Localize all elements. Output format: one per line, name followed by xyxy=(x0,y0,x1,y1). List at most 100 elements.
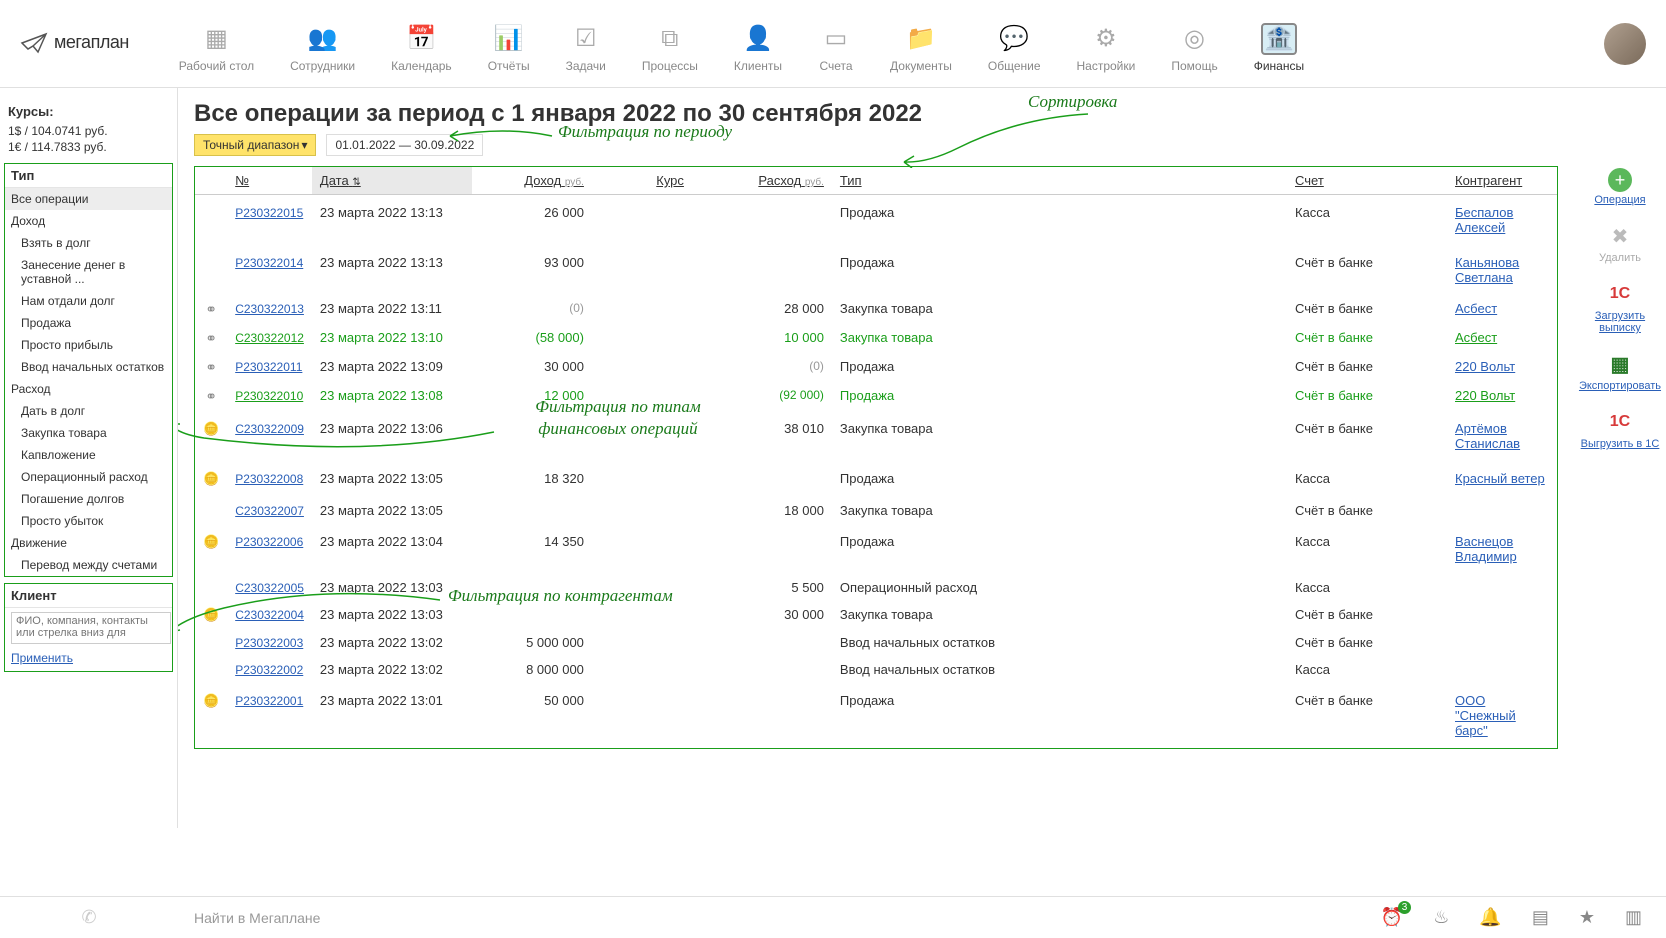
action-add-operation[interactable]: + Операция xyxy=(1594,168,1645,206)
operation-link[interactable]: Р230322014 xyxy=(235,256,303,270)
operation-link[interactable]: С230322004 xyxy=(235,608,304,622)
table-row[interactable]: ⚭ Р230322011 23 марта 2022 13:09 30 000 … xyxy=(195,353,1557,382)
action-load-statement[interactable]: 1С Загрузить выписку xyxy=(1574,280,1666,334)
filter-sub-item[interactable]: Закупка товара xyxy=(5,422,172,444)
global-search[interactable]: Найти в Мегаплане xyxy=(178,910,1357,926)
operation-link[interactable]: Р230322011 xyxy=(235,360,302,374)
col-expense[interactable]: Расход руб. xyxy=(692,167,832,195)
contractor-link[interactable]: Артёмов Станислав xyxy=(1455,421,1520,451)
filter-all-ops[interactable]: Все операции xyxy=(5,188,172,210)
client-input[interactable] xyxy=(11,612,171,644)
contractor-link[interactable]: ООО "Снежный барс" xyxy=(1455,693,1516,738)
table-row[interactable]: Р230322014 23 марта 2022 13:13 93 000 Пр… xyxy=(195,245,1557,295)
fire-icon[interactable]: ♨ xyxy=(1433,907,1449,928)
col-type[interactable]: Тип xyxy=(832,167,1287,195)
col-date[interactable]: Дата ⇅ xyxy=(312,167,472,195)
nav-Отчёты[interactable]: 📊Отчёты xyxy=(488,23,530,73)
operation-link[interactable]: Р230322008 xyxy=(235,472,303,486)
filter-sub-item[interactable]: Просто прибыль xyxy=(5,334,172,356)
operation-link[interactable]: С230322007 xyxy=(235,504,304,518)
contractor-link[interactable]: 220 Вольт xyxy=(1455,359,1515,374)
avatar[interactable] xyxy=(1604,23,1646,65)
filter-sub-item[interactable]: Ввод начальных остатков xyxy=(5,356,172,378)
apply-link[interactable]: Применить xyxy=(11,651,73,665)
caret-down-icon: ▾ xyxy=(301,138,307,152)
table-row[interactable]: ⚭ Р230322010 23 марта 2022 13:08 12 000 … xyxy=(195,382,1557,411)
contractor-link[interactable]: Беспалов Алексей xyxy=(1455,205,1513,235)
contractor-link[interactable]: 220 Вольт xyxy=(1455,388,1515,403)
nav-Календарь[interactable]: 📅Календарь xyxy=(391,23,452,73)
table-row[interactable]: 🪙 С230322004 23 марта 2022 13:03 30 000 … xyxy=(195,601,1557,629)
phone-icon[interactable]: ✆ xyxy=(0,907,178,928)
filter-move-header[interactable]: Движение xyxy=(5,532,172,554)
chat-icon[interactable]: ▤ xyxy=(1532,907,1549,928)
contractor-link[interactable]: Красный ветер xyxy=(1455,471,1545,486)
nav-Финансы[interactable]: 🏦Финансы xyxy=(1254,23,1304,73)
table-row[interactable]: С230322007 23 марта 2022 13:05 18 000 За… xyxy=(195,497,1557,524)
filter-sub-item[interactable]: Погашение долгов xyxy=(5,488,172,510)
nav-Процессы[interactable]: ⧉Процессы xyxy=(642,23,698,73)
nav-Клиенты[interactable]: 👤Клиенты xyxy=(734,23,782,73)
table-row[interactable]: С230322005 23 марта 2022 13:03 5 500 Опе… xyxy=(195,574,1557,601)
filter-sub-item[interactable]: Взять в долг xyxy=(5,232,172,254)
contractor-link[interactable]: Каньянова Светлана xyxy=(1455,255,1519,285)
table-row[interactable]: Р230322003 23 марта 2022 13:02 5 000 000… xyxy=(195,629,1557,656)
operation-link[interactable]: Р230322001 xyxy=(235,694,303,708)
action-upload-1c[interactable]: 1С Выгрузить в 1С xyxy=(1581,408,1660,450)
book-icon[interactable]: ▥ xyxy=(1625,907,1642,928)
range-dropdown[interactable]: Точный диапазон ▾ xyxy=(194,134,316,156)
operation-link[interactable]: Р230322015 xyxy=(235,206,303,220)
nav-Помощь[interactable]: ◎Помощь xyxy=(1171,23,1217,73)
filter-sub-item[interactable]: Операционный расход xyxy=(5,466,172,488)
operation-link[interactable]: С230322005 xyxy=(235,581,304,595)
operation-link[interactable]: Р230322006 xyxy=(235,535,303,549)
cell-account: Счёт в банке xyxy=(1287,324,1447,353)
bell-icon[interactable]: 🔔 xyxy=(1479,907,1501,928)
filter-income-header[interactable]: Доход xyxy=(5,210,172,232)
filter-sub-item[interactable]: Просто убыток xyxy=(5,510,172,532)
nav-Документы[interactable]: 📁Документы xyxy=(890,23,952,73)
cell-expense: 38 010 xyxy=(692,411,832,461)
contractor-link[interactable]: Асбест xyxy=(1455,330,1497,345)
operation-link[interactable]: С230322013 xyxy=(235,302,304,316)
contractor-link[interactable]: Васнецов Владимир xyxy=(1455,534,1517,564)
table-row[interactable]: 🪙 Р230322008 23 марта 2022 13:05 18 320 … xyxy=(195,461,1557,497)
operation-link[interactable]: Р230322010 xyxy=(235,389,303,403)
operation-link[interactable]: Р230322002 xyxy=(235,663,303,677)
col-contractor[interactable]: Контрагент xyxy=(1447,167,1557,195)
col-income[interactable]: Доход руб. xyxy=(472,167,592,195)
cell-date: 23 марта 2022 13:04 xyxy=(312,524,472,574)
table-row[interactable]: Р230322015 23 марта 2022 13:13 26 000 Пр… xyxy=(195,195,1557,246)
nav-Рабочий стол[interactable]: ▦Рабочий стол xyxy=(179,23,254,73)
alert-icon[interactable]: ⏰3 xyxy=(1381,907,1403,928)
table-row[interactable]: 🪙 Р230322001 23 марта 2022 13:01 50 000 … xyxy=(195,683,1557,748)
table-row[interactable]: Р230322002 23 марта 2022 13:02 8 000 000… xyxy=(195,656,1557,683)
range-dates[interactable]: 01.01.2022 — 30.09.2022 xyxy=(326,134,483,156)
nav-Задачи[interactable]: ☑Задачи xyxy=(566,23,606,73)
filter-sub-item[interactable]: Нам отдали долг xyxy=(5,290,172,312)
filter-expense-header[interactable]: Расход xyxy=(5,378,172,400)
table-row[interactable]: 🪙 Р230322006 23 марта 2022 13:04 14 350 … xyxy=(195,524,1557,574)
nav-Общение[interactable]: 💬Общение xyxy=(988,23,1041,73)
operation-link[interactable]: С230322009 xyxy=(235,422,304,436)
filter-sub-item[interactable]: Занесение денег в уставной ... xyxy=(5,254,172,290)
col-account[interactable]: Счет xyxy=(1287,167,1447,195)
nav-Счета[interactable]: ▭Счета xyxy=(818,23,854,73)
filter-sub-item[interactable]: Дать в долг xyxy=(5,400,172,422)
star-icon[interactable]: ★ xyxy=(1579,907,1595,928)
filter-sub-item[interactable]: Продажа xyxy=(5,312,172,334)
contractor-link[interactable]: Асбест xyxy=(1455,301,1497,316)
table-row[interactable]: ⚭ С230322012 23 марта 2022 13:10 (58 000… xyxy=(195,324,1557,353)
action-export[interactable]: ▦ Экспортировать xyxy=(1579,350,1661,392)
logo[interactable]: мегаплан xyxy=(20,32,129,54)
nav-Настройки[interactable]: ⚙Настройки xyxy=(1077,23,1136,73)
operation-link[interactable]: С230322012 xyxy=(235,331,304,345)
filter-sub-item[interactable]: Капвложение xyxy=(5,444,172,466)
col-number[interactable]: № xyxy=(227,167,312,195)
operation-link[interactable]: Р230322003 xyxy=(235,636,303,650)
col-rate[interactable]: Курс xyxy=(592,167,692,195)
table-row[interactable]: 🪙 С230322009 23 марта 2022 13:06 38 010 … xyxy=(195,411,1557,461)
nav-Сотрудники[interactable]: 👥Сотрудники xyxy=(290,23,355,73)
filter-sub-item[interactable]: Перевод между счетами xyxy=(5,554,172,576)
table-row[interactable]: ⚭ С230322013 23 марта 2022 13:11 (0) 28 … xyxy=(195,295,1557,324)
